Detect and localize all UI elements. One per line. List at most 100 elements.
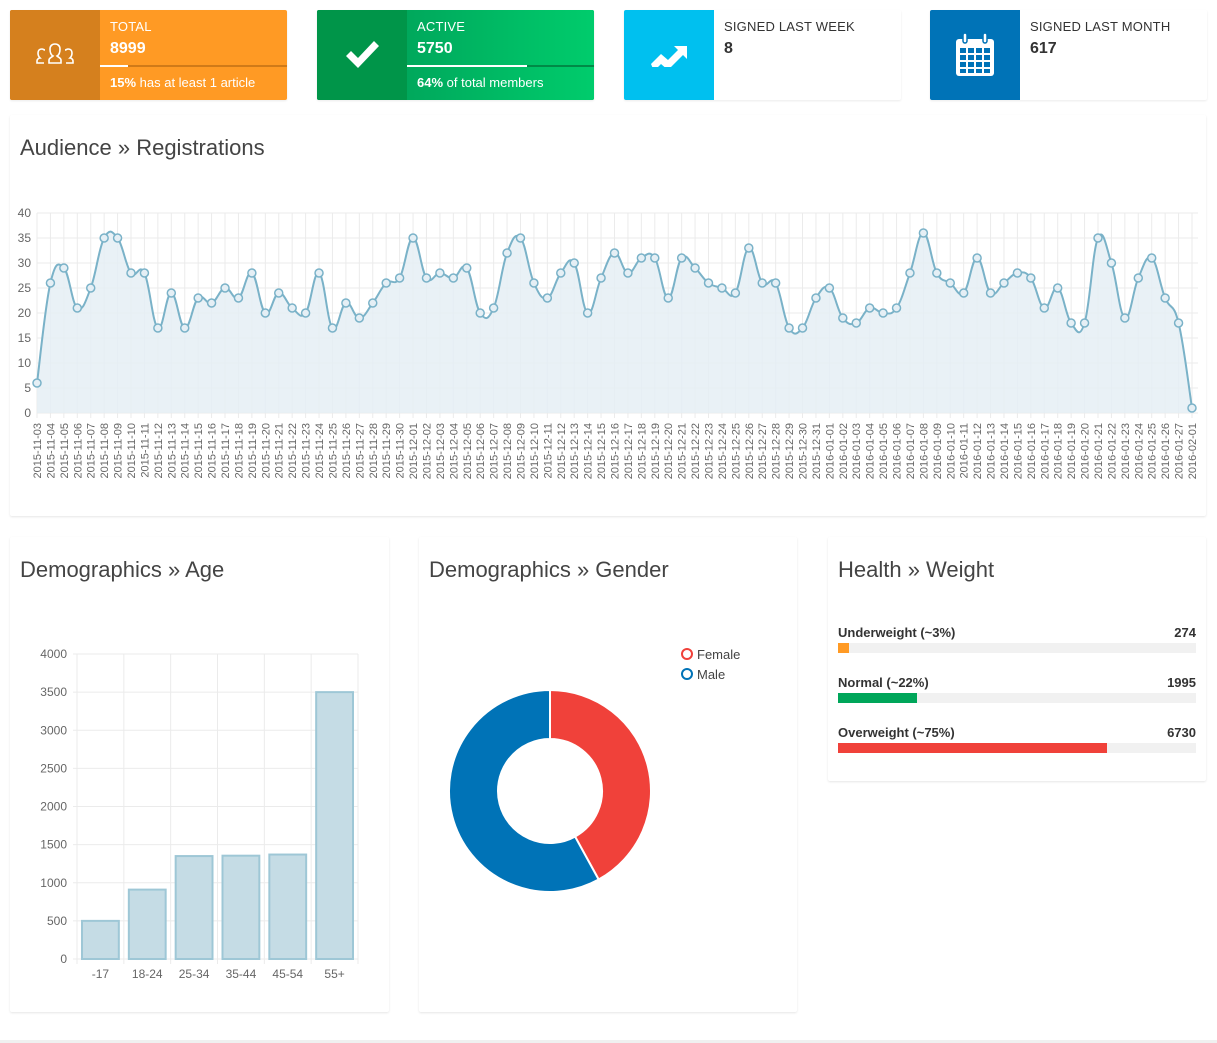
- data-point: [220, 283, 230, 293]
- x-tick-label: 2016-01-23: [1120, 423, 1132, 479]
- bar-25-34: [174, 855, 214, 960]
- data-point: [314, 268, 324, 278]
- x-tick-label: 2015-11-06: [72, 423, 84, 478]
- data-point: [636, 253, 647, 263]
- data-point: [502, 248, 512, 258]
- data-point: [72, 303, 83, 313]
- data-point: [878, 308, 888, 318]
- data-point: [958, 288, 969, 298]
- data-point: [112, 233, 123, 243]
- x-tick-label: 2016-01-12: [972, 423, 984, 479]
- data-point: [85, 283, 96, 293]
- x-tick-label: 2016-01-07: [905, 423, 917, 479]
- x-tick-label: 2015-12-24: [717, 423, 729, 479]
- users-icon: [10, 10, 100, 100]
- checkmark-icon: [317, 10, 407, 100]
- data-point: [556, 268, 566, 278]
- x-tick-label: 2015-12-05: [462, 423, 474, 479]
- x-tick-label: 2015-11-11: [139, 423, 151, 478]
- stat-card-total: TOTAL 8999 15% has at least 1 article: [10, 10, 287, 100]
- data-point: [542, 293, 553, 303]
- x-tick-label: 2015-11-16: [207, 423, 219, 478]
- stat-card-signed-last-week: SIGNED LAST WEEK 8: [624, 10, 901, 100]
- x-tick-label: 2015-11-04: [45, 423, 57, 478]
- weight-value: 274: [1174, 625, 1196, 640]
- weight-progress-bar: [838, 743, 1196, 753]
- x-tick-label: 2015-11-08: [99, 423, 111, 478]
- data-point: [99, 233, 109, 243]
- y-tick-label: 0: [24, 406, 31, 420]
- data-point: [193, 293, 203, 303]
- y-tick-label: 25: [18, 281, 32, 295]
- stat-card-active: ACTIVE 5750 64% of total members: [317, 10, 594, 100]
- x-tick-label: 2016-01-26: [1160, 423, 1172, 479]
- x-tick-label: 2015-12-10: [529, 423, 541, 479]
- x-tick-label: 2015-12-22: [690, 423, 702, 479]
- x-tick-label: 2015-12-09: [515, 423, 527, 479]
- data-point: [985, 288, 996, 298]
- weight-progress-bar: [838, 643, 1196, 653]
- x-tick-label: 2015-12-31: [811, 423, 823, 479]
- data-point: [1173, 318, 1184, 328]
- x-tick-label: 2015-11-05: [59, 423, 71, 478]
- x-tick-label: 2015-11-25: [327, 423, 339, 478]
- y-tick-label: 35: [18, 231, 32, 245]
- y-tick-label: 0: [60, 952, 67, 966]
- data-point: [515, 233, 526, 243]
- x-tick-label: 2015-11-17: [220, 423, 232, 478]
- data-point: [206, 298, 217, 308]
- weight-row-underweight: Underweight (~3%) 274: [838, 625, 1196, 653]
- data-point: [851, 318, 861, 328]
- stat-value: 8: [724, 40, 733, 57]
- x-tick-label: 2015-12-30: [798, 423, 810, 479]
- registrations-line-chart[interactable]: 05101520253035402015-11-03 2015-11-04 2015…: [10, 115, 1206, 516]
- x-tick-label: 2016-01-05: [878, 423, 890, 479]
- y-tick-label: 1500: [40, 838, 67, 852]
- x-tick-label: 2016-01-03: [851, 423, 863, 479]
- weight-progress-fill: [838, 743, 1107, 753]
- x-tick-label: 2015-11-28: [368, 423, 380, 478]
- weight-value: 1995: [1167, 675, 1196, 690]
- data-point: [448, 273, 459, 283]
- data-point: [233, 293, 244, 303]
- stat-value: 5750: [417, 40, 453, 57]
- trending-up-icon: [624, 10, 714, 100]
- x-tick-label: 2016-01-21: [1093, 423, 1105, 479]
- x-tick-label: 2015-11-24: [314, 423, 326, 478]
- x-tick-label: 2015-11-27: [354, 423, 366, 478]
- x-tick-label: 2015-12-28: [771, 423, 783, 479]
- data-point: [757, 278, 767, 288]
- data-point: [717, 283, 727, 293]
- data-point: [153, 323, 163, 333]
- data-point: [596, 273, 606, 283]
- registrations-panel: Audience » Registrations 0 5 10 15 20 25 30 35 4…: [10, 115, 1206, 516]
- data-point: [650, 253, 660, 263]
- x-tick-label: 2016-01-10: [945, 423, 957, 479]
- y-tick-label: 3500: [40, 685, 67, 699]
- x-tick-label: 2016-01-02: [838, 423, 850, 479]
- gender-donut-chart[interactable]: [419, 537, 797, 1012]
- x-tick-label: 2015-12-12: [556, 423, 568, 479]
- stat-progress-fill: [407, 65, 527, 67]
- data-point: [247, 268, 257, 278]
- x-tick-label: 2015-12-06: [475, 423, 487, 479]
- x-tick-label: 18-24: [132, 967, 163, 981]
- x-tick-label: 2015-12-25: [730, 423, 742, 479]
- x-tick-label: 2016-01-14: [999, 423, 1011, 479]
- panel-title: Health » Weight: [838, 557, 995, 582]
- stat-value: 8999: [110, 40, 146, 57]
- bar-35-44: [221, 854, 261, 960]
- x-tick-label: 2015-11-18: [233, 423, 245, 478]
- x-tick-label: 35-44: [226, 967, 257, 981]
- x-tick-label: 2015-12-11: [542, 423, 554, 478]
- x-tick-label: 2015-12-13: [569, 423, 581, 479]
- weight-progress-bar: [838, 693, 1196, 703]
- x-tick-label: 2016-01-27: [1174, 423, 1186, 479]
- age-bar-chart[interactable]: 0 500 1000 1500 2000 2500 3000 3500 4000 -17 18-24…: [10, 537, 389, 1012]
- data-point: [945, 278, 956, 288]
- data-point: [582, 308, 593, 318]
- x-tick-label: 2016-01-13: [986, 423, 998, 479]
- x-tick-label: 2015-12-15: [596, 423, 608, 479]
- data-point: [1187, 403, 1197, 413]
- x-tick-label: 2016-01-19: [1066, 423, 1078, 479]
